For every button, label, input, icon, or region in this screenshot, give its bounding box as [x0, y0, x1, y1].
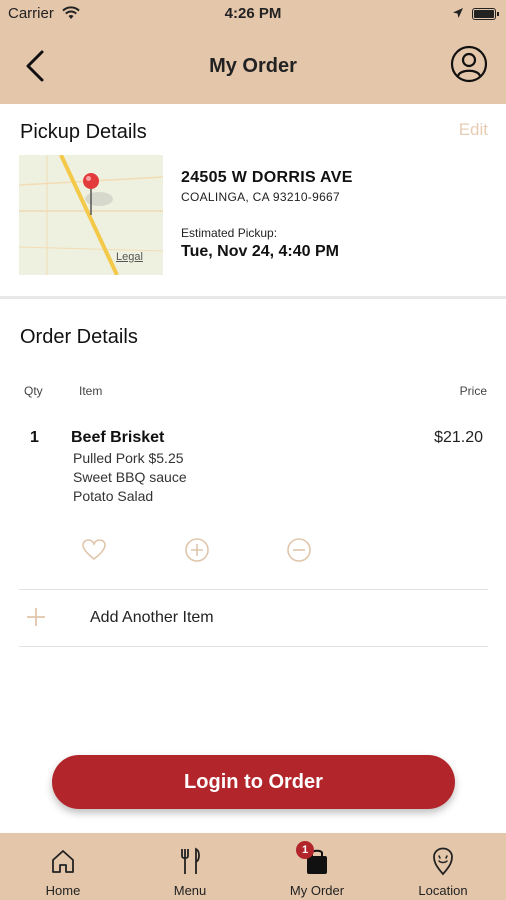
favorite-heart-icon[interactable]	[81, 537, 107, 563]
address-line1: 24505 W DORRIS AVE	[181, 169, 353, 186]
section-divider	[0, 296, 506, 299]
tab-location-label: Location	[418, 883, 468, 898]
map-legal-link[interactable]: Legal	[116, 251, 143, 263]
list-divider	[19, 646, 488, 647]
item-price: $21.20	[434, 429, 483, 446]
login-to-order-button[interactable]: Login to Order	[52, 755, 455, 809]
estimated-pickup-label: Estimated Pickup:	[181, 226, 278, 240]
cart-count-badge: 1	[296, 841, 314, 859]
fork-knife-icon	[181, 847, 200, 874]
column-header-item: Item	[79, 384, 103, 398]
tab-my-order[interactable]: My Order	[254, 833, 380, 900]
back-button[interactable]	[20, 48, 52, 84]
app-header: Carrier 4:26 PM My Order	[0, 0, 506, 104]
item-name: Beef Brisket	[71, 429, 165, 446]
column-header-price: Price	[459, 384, 487, 398]
map-pin-icon	[83, 173, 99, 215]
status-bar: Carrier 4:26 PM	[0, 0, 506, 28]
pickup-map[interactable]: Legal	[19, 155, 163, 275]
decrease-quantity-icon[interactable]	[286, 537, 312, 563]
location-arrow-icon	[453, 8, 463, 18]
page-title: My Order	[209, 55, 297, 77]
estimated-pickup-time: Tue, Nov 24, 4:40 PM	[181, 243, 339, 260]
column-header-qty: Qty	[24, 384, 43, 398]
pickup-details-title: Pickup Details	[20, 121, 147, 143]
home-icon	[52, 850, 74, 873]
battery-icon	[472, 8, 499, 20]
item-modifier: Sweet BBQ sauce	[73, 469, 187, 485]
status-time: 4:26 PM	[224, 5, 282, 22]
user-circle-icon[interactable]	[450, 45, 488, 83]
add-another-item-label: Add Another Item	[90, 609, 214, 626]
tab-menu[interactable]: Menu	[127, 833, 253, 900]
tab-my-order-label: My Order	[289, 883, 345, 898]
tab-home-label: Home	[45, 883, 81, 898]
order-details-title: Order Details	[20, 326, 138, 348]
item-qty: 1	[30, 429, 39, 446]
list-divider	[19, 589, 488, 590]
tab-home[interactable]: Home	[0, 833, 126, 900]
tab-bar: Home Menu My Order Location	[0, 833, 506, 900]
map-pin-icon	[433, 847, 453, 876]
increase-quantity-icon[interactable]	[184, 537, 210, 563]
item-modifier: Potato Salad	[73, 488, 154, 504]
address-line2: COALINGA, CA 93210-9667	[181, 190, 340, 204]
plus-icon	[27, 608, 45, 626]
tab-location[interactable]: Location	[380, 833, 506, 900]
item-modifier: Pulled Pork $5.25	[73, 450, 184, 466]
tab-menu-label: Menu	[173, 883, 207, 898]
edit-pickup-link[interactable]: Edit	[459, 120, 488, 140]
